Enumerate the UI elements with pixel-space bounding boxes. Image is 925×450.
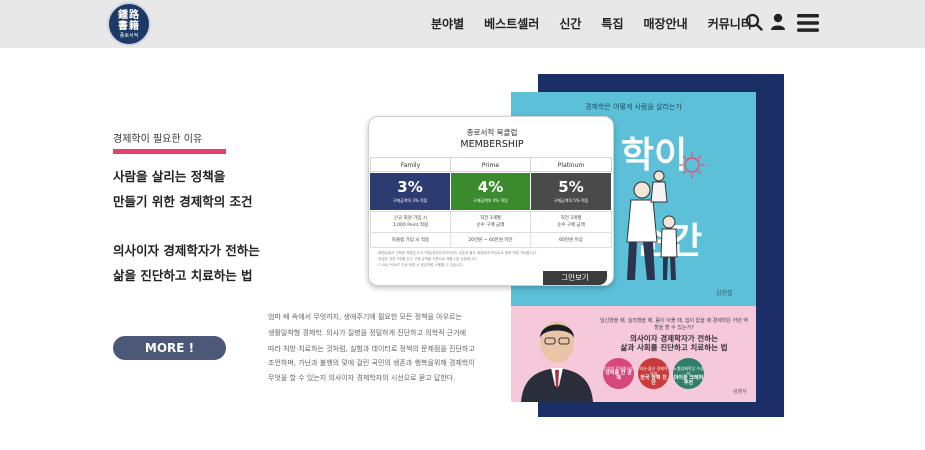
- tier-benefit-family: 신규 회원 가입 시 1,000 Point 적립: [370, 211, 451, 233]
- headline-line-2: 만들기 위한 경제학의 조건: [113, 194, 253, 209]
- user-icon[interactable]: [770, 13, 786, 35]
- tier-benefit-platinum: 직전 3개월 순수 구매 금액: [530, 211, 612, 233]
- tier-rate-family-desc: 구매금액의 3% 적립: [392, 198, 428, 203]
- badge-1: 전생의 학과중교수 강의를 한 경제: [603, 358, 634, 389]
- badge-3: 노벨경제학상 수상자 마이클 크레머 추천: [673, 358, 704, 389]
- fine-print-2: · 등급은 직전 3개월 순수 구매 금액을 기준으로 매월 1일 산정됩니다.: [376, 257, 478, 261]
- main-nav: 분야별 베스트셀러 신간 특집 매장안내 커뮤니티: [431, 15, 772, 32]
- logo[interactable]: 鍾路 書籍 종로서적: [107, 2, 151, 46]
- publisher-logo: 김영사: [733, 389, 747, 395]
- book-back-cover: 임신했을 때, 실직했을 때, 몸이 아플 때, 집이 없을 때 경제학은 어떤…: [511, 306, 756, 402]
- more-button[interactable]: MORE !: [113, 336, 226, 360]
- family-illustration: [607, 162, 687, 291]
- nav-item-store-info[interactable]: 매장안내: [644, 15, 688, 32]
- tier-condition-family: 북클럽 가입 시 적용: [370, 232, 451, 248]
- headline-line-3: 의사이자 경제학자가 전하는: [113, 243, 260, 258]
- close-popup-button[interactable]: 그만보기: [543, 271, 607, 285]
- description-line-3: 따라 처방·치료하는 것처럼, 실험과 데이터로 정책의 문제점을 진단하고: [268, 345, 475, 353]
- membership-heading: 종로서적 북클럽: [466, 128, 518, 137]
- description-line-2: 생활밀착형 경제학. 의사가 질병을 정밀하게 진단하고 의학적 근거에: [268, 329, 467, 337]
- membership-subheading: MEMBERSHIP: [460, 139, 524, 150]
- tier-condition-prime: 20만원 ~ 60만원 미만: [450, 232, 531, 248]
- tier-rate-family: 3% 구매금액의 3% 적립: [370, 173, 450, 210]
- logo-line-3: 종로서적: [119, 33, 139, 39]
- tier-name-platinum: Platinum: [530, 157, 612, 172]
- tier-rate-prime-desc: 구매금액의 4% 적립: [473, 198, 508, 203]
- tier-rate-prime: 4% 구매금액의 4% 적립: [451, 173, 530, 210]
- fine-print-3: · 1,000 POINT 이상 적립 시 현금처럼 사용할 수 있습니다.: [376, 263, 464, 267]
- badge-2-main: 한국 정책 진단: [640, 375, 667, 386]
- badge-2: 의사·출신 경제학자의 한국 정책 진단: [638, 358, 669, 389]
- tier-rate-prime-value: 4%: [477, 178, 504, 196]
- tier-rate-platinum: 5% 구매금액의 5% 적립: [531, 173, 611, 210]
- fine-print-1: · 회원님께서 선택한 적립은 도서 적립(온라인/오프라인) 쿠폰과 별도 제…: [376, 251, 538, 255]
- tier-rate-platinum-desc: 구매금액의 5% 적립: [553, 198, 589, 203]
- headline-line-1: 사람을 살리는 정책을: [113, 169, 226, 184]
- section-title: 경제학이 필요한 이유: [113, 134, 203, 145]
- book-author: 김현철: [716, 290, 733, 297]
- logo-line-1: 鍾路: [118, 10, 140, 21]
- title-underline: [113, 149, 226, 154]
- description-line-1: 엄마 배 속에서 무엇까지, 생애주기에 필요한 모든 정책을 아우르는: [268, 313, 462, 321]
- description-line-4: 조언하며, 가난과 불행의 덫에 걸린 국민의 생존과 행복을위해 경제학이: [268, 359, 475, 367]
- logo-line-2: 書籍: [118, 21, 140, 32]
- badge-3-main: 마이클 크레머 추천: [673, 375, 704, 386]
- nav-item-new[interactable]: 신간: [559, 15, 581, 32]
- nav-item-special[interactable]: 특집: [601, 15, 623, 32]
- site-header: 鍾路 書籍 종로서적 분야별 베스트셀러 신간 특집 매장안내 커뮤니티: [0, 0, 925, 48]
- book-cover-subtitle: 경제학은 어떻게 사람을 살리는가: [585, 103, 682, 111]
- tier-name-prime: Prime: [450, 157, 531, 172]
- membership-card: 종로서적 북클럽 MEMBERSHIP Family Prime Platinu…: [368, 116, 614, 286]
- nav-item-category[interactable]: 분야별: [431, 15, 464, 32]
- tier-rate-family-value: 3%: [397, 178, 423, 196]
- back-cover-tagline: 임신했을 때, 실직했을 때, 몸이 아플 때, 집이 없을 때 경제학은 어떤…: [599, 318, 749, 331]
- tier-benefit-prime: 직전 3개월 순수 구매 금액: [450, 211, 531, 233]
- back-cover-title-2: 삶과 사회를 진단하고 치료하는 법: [620, 343, 728, 352]
- back-cover-title-1: 의사이자 경제학자가 전하는: [629, 334, 719, 343]
- badge-1-main: 강의를 한 경제: [605, 370, 632, 381]
- search-icon[interactable]: [745, 13, 763, 35]
- tier-name-family: Family: [370, 157, 451, 172]
- author-portrait: [517, 308, 597, 402]
- headline-line-4: 삶을 진단하고 치료하는 법: [113, 268, 253, 283]
- nav-item-bestseller[interactable]: 베스트셀러: [484, 15, 539, 32]
- tier-rate-platinum-value: 5%: [558, 178, 584, 196]
- tier-condition-platinum: 60만원 이상: [530, 232, 612, 248]
- description-line-5: 무엇을 할 수 있는지 의사이자 경제학자의 시선으로 묻고 답한다.: [268, 374, 456, 382]
- menu-icon[interactable]: [797, 13, 819, 37]
